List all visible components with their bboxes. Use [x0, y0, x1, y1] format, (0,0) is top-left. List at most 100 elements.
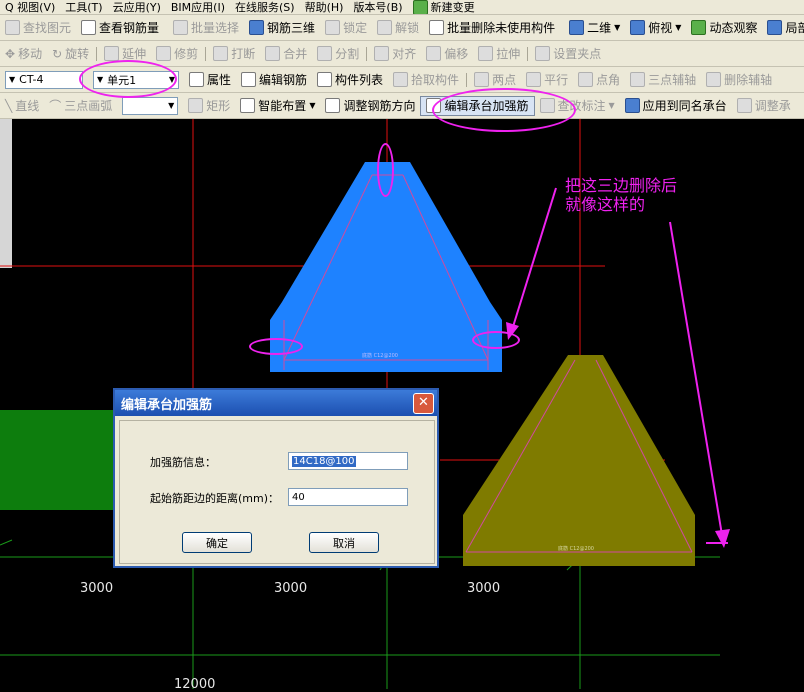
properties-button[interactable]: 属性 [184, 67, 236, 92]
align-button[interactable]: 对齐 [369, 41, 421, 66]
top-view-label: 俯视 [648, 21, 673, 35]
lock-label: 锁定 [343, 21, 368, 35]
unlock-button[interactable]: 解锁 [372, 15, 424, 40]
delete-axis-icon [706, 72, 722, 87]
break-button[interactable]: 打断 [208, 41, 260, 66]
smart-layout-icon [240, 98, 256, 113]
menu-new-change[interactable]: 新建变更 [408, 0, 480, 14]
menu-online[interactable]: 在线服务(S) [230, 0, 300, 14]
break-label: 打断 [231, 47, 256, 61]
break-icon [213, 46, 229, 61]
adjust-direction-icon [325, 98, 341, 113]
rectangle-button[interactable]: 矩形 [183, 93, 235, 118]
start-distance-input[interactable]: 40 [288, 488, 408, 506]
rotate-button[interactable]: ↻ 旋转 [47, 41, 94, 66]
batch-select-icon [173, 20, 189, 35]
left-gray-strip [0, 118, 12, 268]
set-grip-button[interactable]: 设置夹点 [530, 41, 606, 66]
rebar-3d-button[interactable]: 钢筋三维 [244, 15, 320, 40]
split-label: 分割 [335, 47, 360, 61]
lock-button[interactable]: 锁定 [320, 15, 372, 40]
separator [366, 46, 368, 61]
view-2d-dropdown[interactable]: 二维 ▼ [564, 15, 625, 40]
menu-help[interactable]: 帮助(H) [300, 0, 349, 14]
grip-icon [535, 46, 551, 61]
batch-select-label: 批量选择 [191, 21, 240, 35]
green-block[interactable] [0, 410, 115, 510]
local-view-button[interactable]: 局部 [762, 15, 804, 40]
menu-cloud[interactable]: 云应用(Y) [108, 0, 166, 14]
menu-bim[interactable]: BIM应用(I) [166, 0, 230, 14]
parallel-label: 平行 [544, 73, 569, 87]
reinforcement-info-label: 加强筋信息： [150, 456, 216, 469]
view-2d-icon [569, 20, 585, 35]
cancel-button[interactable]: 取消 [309, 532, 379, 553]
batch-delete-icon [429, 20, 445, 35]
delete-axis-button[interactable]: 删除辅轴 [701, 67, 777, 92]
component-select[interactable]: ▼ CT-4 [5, 70, 83, 89]
trim-button[interactable]: 修剪 [151, 41, 203, 66]
parallel-button[interactable]: 平行 [521, 67, 573, 92]
three-point-axis-icon [630, 72, 646, 87]
arc-mode-select[interactable]: ▼ [122, 96, 179, 115]
move-label: 移动 [18, 47, 43, 61]
menu-version[interactable]: 版本号(B) [348, 0, 407, 14]
adjust-cap-icon [736, 98, 752, 113]
rectangle-icon [188, 98, 204, 113]
offset-button[interactable]: 偏移 [421, 41, 473, 66]
merge-button[interactable]: 合并 [260, 41, 312, 66]
edit-rebar-button[interactable]: 编辑钢筋 [236, 67, 312, 92]
chevron-down-icon: ▼ [309, 101, 316, 110]
pick-icon [393, 72, 409, 87]
ok-button[interactable]: 确定 [182, 532, 252, 553]
rotate-icon: ↻ [52, 46, 63, 61]
trim-label: 修剪 [174, 47, 199, 61]
rebar-3d-label: 钢筋三维 [267, 21, 316, 35]
dynamic-orbit-button[interactable]: 动态观察 [686, 15, 762, 40]
component-list-button[interactable]: 构件列表 [312, 67, 388, 92]
reinforcement-info-input[interactable]: 14C18@100 [288, 452, 408, 470]
pick-component-button[interactable]: 拾取构件 [388, 67, 464, 92]
edit-rebar-label: 编辑钢筋 [259, 73, 308, 87]
batch-select-button[interactable]: 批量选择 [168, 15, 244, 40]
view-rebar-label: 查看钢筋量 [99, 21, 160, 35]
find-element-label: 查找图元 [23, 21, 72, 35]
component-select-value: CT-4 [19, 73, 44, 86]
move-button[interactable]: ✥ 移动 [0, 41, 47, 66]
edit-cap-reinforcement-dialog: 编辑承台加强筋 ✕ 加强筋信息： 14C18@100 起始筋距边的距离(mm)：… [113, 388, 439, 568]
menu-tools[interactable]: 工具(T) [60, 0, 107, 14]
arc-button[interactable]: ⌒ 三点画弧 [44, 93, 117, 118]
adjust-rebar-direction-button[interactable]: 调整钢筋方向 [320, 93, 420, 118]
menu-view[interactable]: Q 视图(V) [0, 0, 60, 14]
rectangle-label: 矩形 [206, 99, 231, 113]
two-point-icon [474, 72, 490, 87]
top-view-dropdown[interactable]: 俯视 ▼ [625, 15, 686, 40]
split-button[interactable]: 分割 [312, 41, 364, 66]
separator [527, 46, 529, 61]
batch-delete-button[interactable]: 批量删除未使用构件 [424, 15, 560, 40]
toolbar-main: 查找图元 查看钢筋量 批量选择 钢筋三维 锁定 解锁 批量删除未使用构件 二维 ▼… [0, 15, 804, 41]
point-angle-button[interactable]: 点角 [573, 67, 625, 92]
menu-new-change-label: 新建变更 [430, 1, 475, 14]
line-icon: ╲ [5, 98, 13, 113]
edit-rebar-icon [241, 72, 257, 87]
stretch-button[interactable]: 拉伸 [473, 41, 525, 66]
separator [96, 46, 98, 61]
apply-same-cap-button[interactable]: 应用到同名承台 [620, 93, 732, 118]
adjust-cap-button[interactable]: 调整承 [732, 93, 796, 118]
three-point-axis-button[interactable]: 三点辅轴 [625, 67, 701, 92]
offset-label: 偏移 [444, 47, 469, 61]
two-point-label: 两点 [492, 73, 517, 87]
align-label: 对齐 [392, 47, 417, 61]
smart-layout-dropdown[interactable]: 智能布置 ▼ [235, 93, 320, 118]
close-icon[interactable]: ✕ [413, 393, 434, 414]
chevron-down-icon: ▼ [9, 75, 16, 84]
view-rebar-button[interactable]: 查看钢筋量 [76, 15, 164, 40]
three-point-axis-label: 三点辅轴 [648, 73, 697, 87]
line-button[interactable]: ╲ 直线 [0, 93, 44, 118]
merge-icon [265, 46, 281, 61]
adjust-rebar-direction-label: 调整钢筋方向 [343, 99, 416, 113]
find-element-button[interactable]: 查找图元 [0, 15, 76, 40]
apply-same-cap-label: 应用到同名承台 [642, 99, 727, 113]
arc-icon: ⌒ [49, 99, 62, 113]
